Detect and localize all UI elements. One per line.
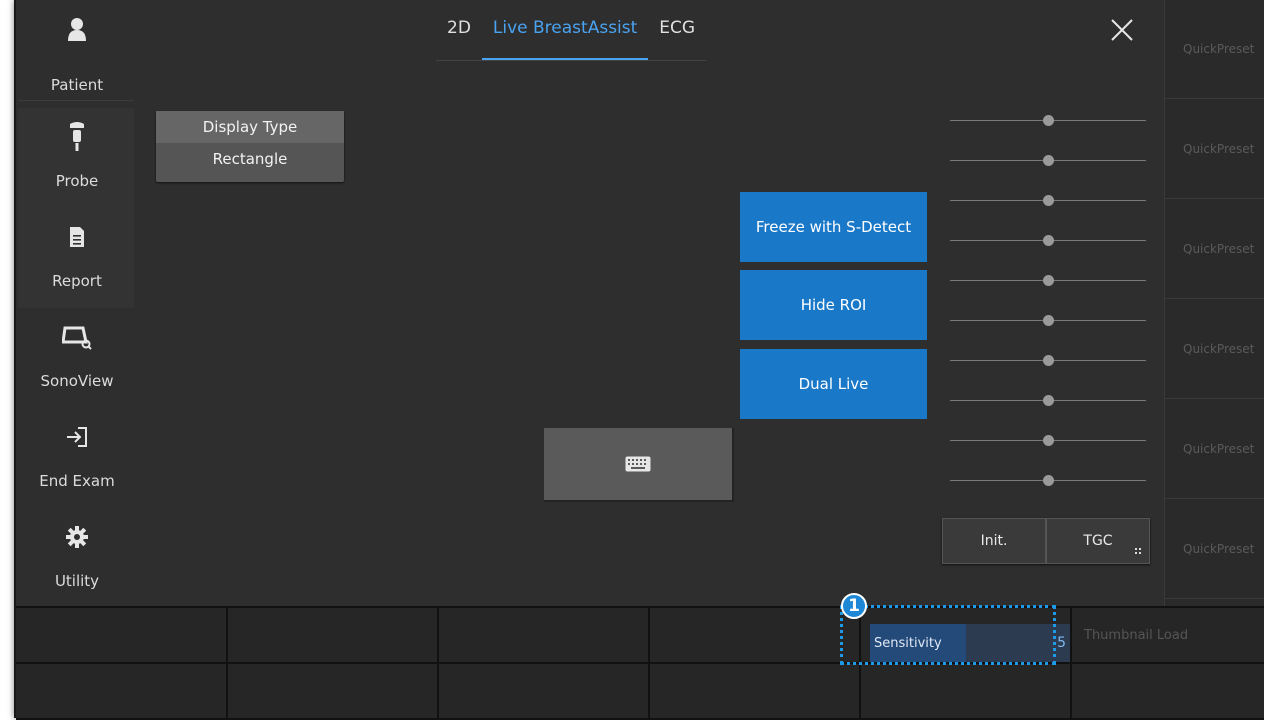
sidebar-item-label: End Exam (39, 472, 115, 490)
sensitivity-label: Sensitivity (874, 635, 942, 651)
tgc-slider-3[interactable] (950, 193, 1146, 207)
display-type-value: Rectangle (212, 150, 288, 168)
sonoview-icon (18, 322, 136, 352)
softkey-cell[interactable] (1072, 664, 1264, 720)
tgc-slider-knob[interactable] (1043, 115, 1054, 126)
softkey-cell[interactable] (650, 608, 861, 664)
grid-dots-icon (1135, 548, 1141, 554)
bottom-softkey-grid (16, 606, 1264, 720)
ultrasound-touch-screen: Patient Probe Report SonoView End Exam U… (14, 0, 1264, 720)
gear-icon (18, 522, 136, 552)
quick-preset-6[interactable]: QuickPreset (1165, 500, 1264, 599)
callout-number-badge: 1 (841, 593, 867, 619)
sidebar-divider (134, 0, 148, 606)
tgc-button[interactable]: TGC (1046, 518, 1150, 564)
quick-preset-5[interactable]: QuickPreset (1165, 400, 1264, 499)
tab-ecg[interactable]: ECG (648, 14, 706, 58)
tgc-init-button[interactable]: Init. (942, 518, 1046, 564)
sidebar-item-label: Utility (54, 572, 100, 590)
mode-tabs: 2D Live BreastAssist ECG (436, 14, 707, 61)
tgc-slider-4[interactable] (950, 233, 1146, 247)
sidebar-item-label: Probe (55, 172, 99, 190)
tab-2d[interactable]: 2D (436, 14, 482, 58)
tgc-slider-10[interactable] (950, 473, 1146, 487)
sidebar-item-utility[interactable]: Utility (18, 508, 136, 609)
tgc-slider-knob[interactable] (1043, 195, 1054, 206)
keyboard-icon (625, 456, 651, 472)
tgc-slider-knob[interactable] (1043, 435, 1054, 446)
tgc-slider-knob[interactable] (1043, 395, 1054, 406)
person-icon (18, 14, 136, 44)
tgc-init-label: Init. (980, 533, 1008, 549)
sidebar-item-sonoview[interactable]: SonoView (18, 308, 136, 409)
softkey-cell[interactable] (650, 664, 861, 720)
tgc-slider-7[interactable] (950, 353, 1146, 367)
dual-live-button[interactable]: Dual Live (740, 349, 927, 419)
softkey-cell[interactable] (228, 608, 439, 664)
sidebar-item-label: Report (52, 272, 102, 290)
freeze-with-s-detect-button[interactable]: Freeze with S-Detect (740, 192, 927, 262)
thumbnail-load-label[interactable]: Thumbnail Load (1084, 628, 1188, 643)
tgc-slider-knob[interactable] (1043, 155, 1054, 166)
sensitivity-control[interactable]: Sensitivity 5 (870, 624, 1070, 662)
softkey-cell[interactable] (439, 608, 650, 664)
tgc-slider-knob[interactable] (1043, 235, 1054, 246)
quick-preset-3[interactable]: QuickPreset (1165, 200, 1264, 299)
sensitivity-value: 5 (1057, 635, 1066, 651)
sidebar-item-report[interactable]: Report (18, 208, 136, 309)
sidebar-item-end-exam[interactable]: End Exam (18, 408, 136, 509)
tgc-slider-5[interactable] (950, 273, 1146, 287)
tgc-slider-knob[interactable] (1043, 275, 1054, 286)
softkey-cell[interactable] (861, 664, 1072, 720)
left-sidebar: Patient Probe Report SonoView End Exam U… (18, 0, 136, 609)
quick-preset-4[interactable]: QuickPreset (1165, 300, 1264, 399)
quick-preset-2[interactable]: QuickPreset (1165, 100, 1264, 199)
quick-preset-column: QuickPreset QuickPreset QuickPreset Quic… (1164, 0, 1264, 606)
sidebar-item-label: SonoView (40, 372, 114, 390)
display-type-title: Display Type (156, 111, 344, 143)
quick-preset-1[interactable]: QuickPreset (1165, 0, 1264, 99)
sidebar-item-probe[interactable]: Probe (18, 108, 136, 209)
sidebar-item-label: Patient (50, 76, 104, 94)
display-type-selector[interactable]: Display Type Rectangle (156, 111, 344, 182)
tgc-slider-knob[interactable] (1043, 475, 1054, 486)
document-icon (18, 222, 136, 252)
tgc-slider-8[interactable] (950, 393, 1146, 407)
tgc-slider-2[interactable] (950, 153, 1146, 167)
softkey-cell[interactable] (439, 664, 650, 720)
tgc-slider-knob[interactable] (1043, 355, 1054, 366)
keyboard-button[interactable] (544, 428, 734, 502)
tgc-slider-6[interactable] (950, 313, 1146, 327)
probe-icon (18, 122, 136, 152)
hide-roi-button[interactable]: Hide ROI (740, 270, 927, 340)
exit-icon (18, 422, 136, 452)
tgc-slider-knob[interactable] (1043, 315, 1054, 326)
softkey-cell[interactable] (16, 608, 228, 664)
softkey-cell[interactable] (228, 664, 439, 720)
close-icon[interactable] (1104, 14, 1138, 48)
tgc-label: TGC (1083, 533, 1113, 549)
tgc-controls: Init. TGC (942, 518, 1150, 564)
tab-live-breastassist[interactable]: Live BreastAssist (481, 14, 649, 60)
sidebar-item-patient[interactable]: Patient (18, 0, 136, 101)
tgc-slider-1[interactable] (950, 113, 1146, 127)
softkey-cell[interactable] (16, 664, 228, 720)
tgc-slider-9[interactable] (950, 433, 1146, 447)
